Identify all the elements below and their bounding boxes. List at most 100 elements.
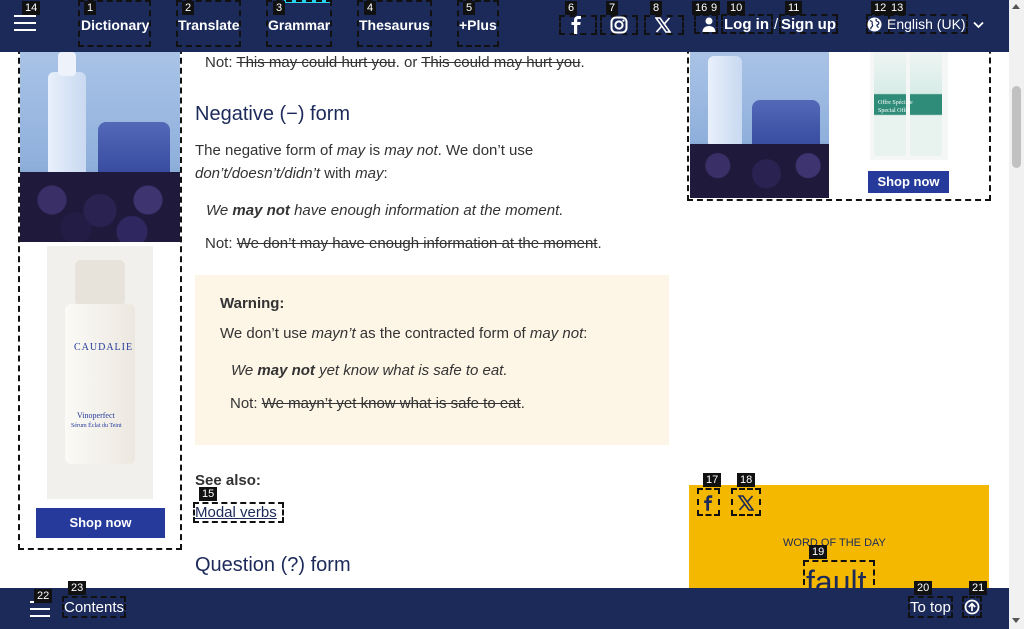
facebook-icon xyxy=(704,495,713,511)
scrollbar-thumb[interactable] xyxy=(1012,86,1021,168)
right-ad-image xyxy=(690,52,829,198)
not-example-2: Not: We don’t may have enough informatio… xyxy=(205,232,602,255)
nav-translate-label: Translate xyxy=(178,17,240,33)
signup-label: Sign up xyxy=(781,16,836,33)
warning-title: Warning: xyxy=(220,295,285,312)
x-icon xyxy=(738,495,754,511)
incorrect-example: This could may hurt you xyxy=(421,54,581,71)
text: We xyxy=(231,362,258,379)
incorrect-example: This may could hurt you xyxy=(236,54,396,71)
signup-badge: 11 xyxy=(785,1,803,15)
right-ad-product-image: Offre Spéciale Special Offer xyxy=(870,52,948,160)
nav-badge: 5 xyxy=(463,1,476,15)
link-badge: 15 xyxy=(199,487,218,501)
question-form-heading: Question (?) form xyxy=(195,554,351,576)
nav-badge: 4 xyxy=(364,1,377,15)
bottle-dropper xyxy=(58,52,76,76)
share-badge: 17 xyxy=(703,473,722,487)
grapes xyxy=(20,172,180,242)
product-sub: Sérum Éclat du Teint xyxy=(71,423,122,429)
menu-badge: 14 xyxy=(22,1,41,15)
italic-text: may not xyxy=(529,325,584,342)
text: We don’t use xyxy=(220,325,312,342)
text: have enough information at the moment. xyxy=(289,202,564,219)
left-shop-now-button[interactable]: Shop now xyxy=(36,508,165,538)
not-example-1: Not: This may could hurt you. or This co… xyxy=(205,51,585,74)
text: : xyxy=(583,325,588,342)
facebook-icon xyxy=(571,16,581,34)
social-badge: 6 xyxy=(565,1,578,15)
not-end: . xyxy=(597,235,602,252)
not-end: . xyxy=(520,395,525,412)
right-shop-now-button[interactable]: Shop now xyxy=(868,171,949,193)
lang-badge: 12 xyxy=(871,1,890,15)
not-example-3: Not: We mayn’t yet know what is safe to … xyxy=(230,392,525,415)
toner-bottle xyxy=(910,52,942,156)
text: is xyxy=(365,142,385,159)
social-badge: 7 xyxy=(606,1,619,15)
text: yet know what is safe to eat. xyxy=(314,362,508,379)
x-icon xyxy=(655,17,671,33)
nav-grammar-label: Grammar xyxy=(268,17,331,33)
grapes xyxy=(690,144,829,198)
bottom-bar: Contents To top xyxy=(0,588,1024,629)
italic-text: may not xyxy=(384,142,438,159)
scroll-down-arrow[interactable] xyxy=(1012,618,1020,623)
warning-text: We don’t use mayn’t as the contracted fo… xyxy=(220,322,587,345)
bottom-badge: 22 xyxy=(34,589,53,603)
contents-menu-icon[interactable] xyxy=(30,601,50,617)
text: as the contracted form of xyxy=(355,325,530,342)
scroll-up-arrow[interactable] xyxy=(1012,4,1020,9)
nav-thesaurus-label: Thesaurus xyxy=(359,17,430,33)
login-separator: / xyxy=(774,16,779,33)
italic-text: may xyxy=(355,165,384,182)
to-top-label: To top xyxy=(910,599,951,616)
text: The negative form of xyxy=(195,142,337,159)
ad-serum-image: CAUDALIE Vinoperfect Sérum Éclat du Tein… xyxy=(47,246,153,499)
user-icon xyxy=(702,17,716,32)
share-badge: 18 xyxy=(737,473,756,487)
offer-line1: Offre Spéciale xyxy=(878,100,913,106)
example-sentence-2: We may not yet know what is safe to eat. xyxy=(231,359,508,382)
serum-bottle-body xyxy=(65,304,135,464)
not-prefix: Not: xyxy=(205,54,237,71)
not-prefix: Not: xyxy=(205,235,237,252)
ad-badge: 16 xyxy=(692,1,711,15)
example-sentence-1: We may not have enough information at th… xyxy=(206,199,563,222)
negative-paragraph-line1: The negative form of may is may not. We … xyxy=(195,139,533,162)
globe-icon xyxy=(867,17,882,32)
serum-bottle xyxy=(708,56,742,148)
text: with xyxy=(320,165,356,182)
italic-text: may xyxy=(336,142,366,159)
bottom-badge: 20 xyxy=(914,581,933,595)
nav-dictionary-label: Dictionary xyxy=(81,17,150,33)
incorrect-example: We don’t may have enough information at … xyxy=(236,235,598,252)
modal-verbs-link[interactable]: Modal verbs xyxy=(195,501,277,524)
language-label: English (UK) xyxy=(887,16,966,32)
brand-label: CAUDALIE xyxy=(74,342,134,353)
italic-text: mayn’t xyxy=(311,325,356,342)
bold-text: may not xyxy=(232,202,290,219)
contents-label: Contents xyxy=(64,599,125,616)
ad-product-image xyxy=(20,52,180,242)
bold-text: may not xyxy=(257,362,315,379)
login-label: Log in xyxy=(724,16,769,33)
chevron-down-icon xyxy=(973,21,984,29)
nav-badge: 2 xyxy=(182,1,195,15)
italic-text: don’t/doesn’t/didn’t xyxy=(195,165,321,182)
not-mid: . or xyxy=(395,54,422,71)
text: : xyxy=(383,165,388,182)
wotd-title: WORD OF THE DAY xyxy=(783,537,886,549)
text: We xyxy=(206,202,233,219)
lang-badge: 13 xyxy=(888,1,907,15)
nav-plus-label: +Plus xyxy=(459,17,497,33)
instagram-icon xyxy=(610,16,628,34)
offer-line2: Special Offer xyxy=(878,108,911,114)
page: Dictionary Translate Grammar Thesaurus +… xyxy=(0,0,1024,629)
top-navbar: Dictionary Translate Grammar Thesaurus +… xyxy=(0,0,1009,52)
bottom-badge: 21 xyxy=(969,581,988,595)
login-badge: 10 xyxy=(727,1,746,15)
nav-badge: 1 xyxy=(84,1,97,15)
not-end: . xyxy=(580,54,585,71)
not-prefix: Not: xyxy=(230,395,262,412)
